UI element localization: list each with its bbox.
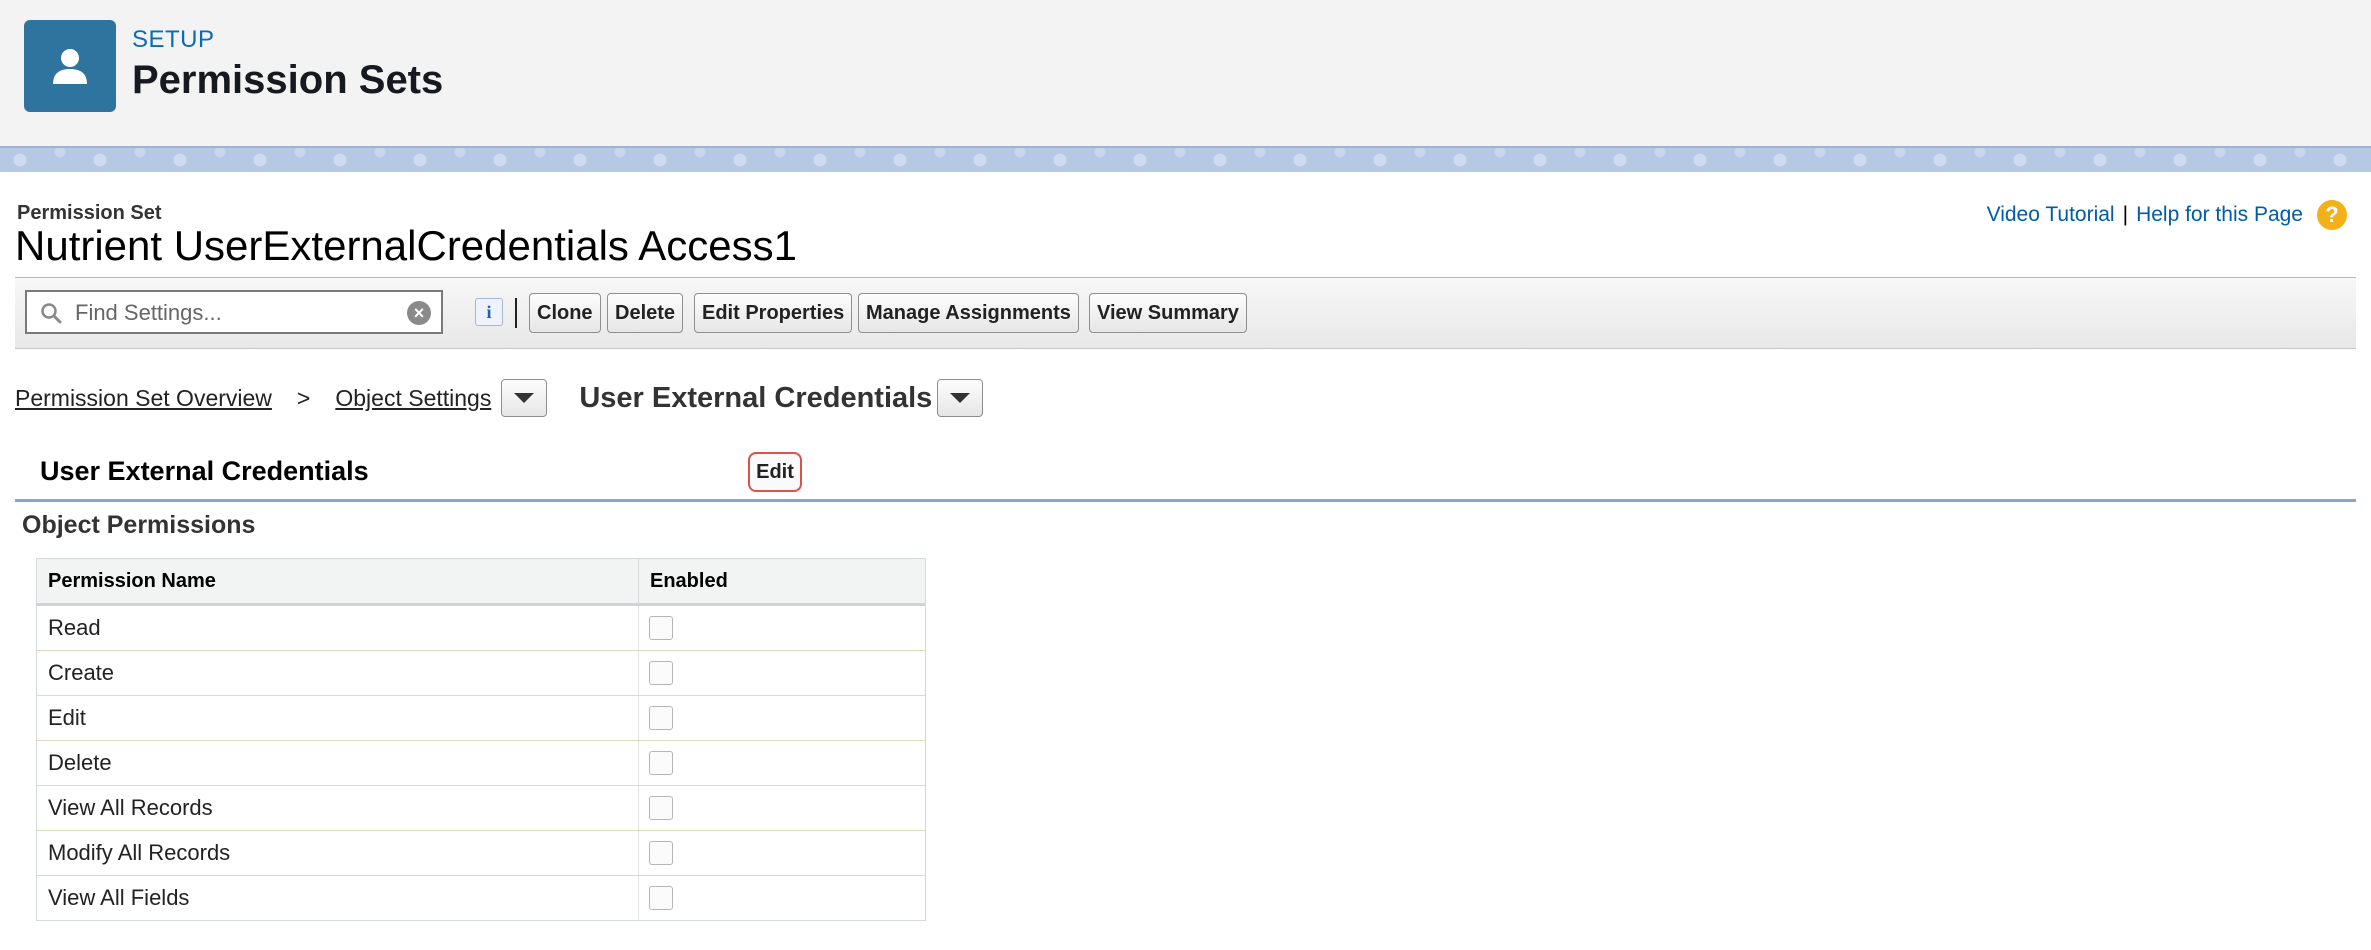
toolbar: × i Clone Delete Edit Properties Manage … (15, 278, 2356, 349)
setup-eyebrow: SETUP (132, 26, 215, 53)
search-input[interactable] (73, 297, 397, 329)
toolbar-divider (515, 298, 517, 328)
help-icon[interactable]: ? (2317, 200, 2347, 230)
manage-assignments-button[interactable]: Manage Assignments (858, 293, 1079, 333)
permission-name: Modify All Records (37, 831, 639, 875)
permission-sets-tile (24, 20, 116, 112)
section-title: User External Credentials (40, 456, 369, 486)
permission-name: Delete (37, 741, 639, 785)
table-row: Edit (37, 696, 925, 741)
breadcrumb-separator: > (296, 384, 311, 411)
enabled-cell (639, 786, 923, 830)
info-icon[interactable]: i (475, 298, 503, 326)
permission-name: View All Records (37, 786, 639, 830)
enabled-cell (639, 741, 923, 785)
breadcrumb-current: User External Credentials (579, 381, 933, 414)
table-row: Create (37, 651, 925, 696)
table-row: Modify All Records (37, 831, 925, 876)
permission-name: Edit (37, 696, 639, 740)
enabled-checkbox[interactable] (649, 886, 673, 910)
help-links-separator: | (2122, 203, 2129, 226)
enabled-checkbox[interactable] (649, 661, 673, 685)
header-pattern-band (0, 146, 2371, 172)
current-object-dropdown[interactable] (937, 379, 984, 417)
column-header-permission-name: Permission Name (37, 559, 639, 603)
breadcrumb: Permission Set Overview > Object Setting… (15, 378, 984, 418)
chevron-down-icon (514, 393, 535, 403)
enabled-cell (639, 606, 923, 650)
enabled-cell (639, 651, 923, 695)
clear-search-icon[interactable]: × (407, 301, 431, 325)
enabled-cell (639, 831, 923, 875)
enabled-checkbox[interactable] (649, 616, 673, 640)
enabled-checkbox[interactable] (649, 796, 673, 820)
table-row: Delete (37, 741, 925, 786)
table-row: Read (37, 606, 925, 651)
delete-button[interactable]: Delete (607, 293, 684, 333)
permission-name: Read (37, 606, 639, 650)
enabled-checkbox[interactable] (649, 706, 673, 730)
object-settings-dropdown[interactable] (501, 379, 548, 417)
enabled-cell (639, 876, 923, 920)
column-header-enabled: Enabled (650, 569, 728, 592)
permission-name: View All Fields (37, 876, 639, 920)
table-row: View All Fields (37, 876, 925, 920)
table-row: View All Records (37, 786, 925, 831)
enabled-cell (639, 696, 923, 740)
video-tutorial-link[interactable]: Video Tutorial (1987, 203, 2115, 227)
edit-properties-button[interactable]: Edit Properties (694, 293, 853, 333)
help-for-page-link[interactable]: Help for this Page (2136, 203, 2303, 227)
find-settings-search: × (25, 290, 443, 334)
section-divider (15, 499, 2356, 502)
clone-button[interactable]: Clone (529, 293, 601, 333)
object-permissions-heading: Object Permissions (22, 511, 256, 539)
permission-name: Create (37, 651, 639, 695)
table-header-row: Permission Name Enabled (37, 559, 925, 606)
view-summary-button[interactable]: View Summary (1089, 293, 1247, 333)
object-permissions-table: Permission Name Enabled Read Create Edit… (36, 558, 926, 921)
edit-button[interactable]: Edit (748, 452, 802, 492)
record-name: Nutrient UserExternalCredentials Access1 (15, 222, 798, 269)
help-links: Video Tutorial | Help for this Page ? (1987, 200, 2347, 230)
enabled-checkbox[interactable] (649, 841, 673, 865)
page-title: Permission Sets (132, 58, 444, 102)
user-icon (53, 49, 87, 84)
chevron-down-icon (950, 393, 971, 403)
search-icon (41, 303, 62, 324)
breadcrumb-object-settings[interactable]: Object Settings (335, 385, 491, 412)
breadcrumb-permission-set-overview[interactable]: Permission Set Overview (15, 385, 272, 412)
enabled-checkbox[interactable] (649, 751, 673, 775)
setup-header: SETUP Permission Sets (0, 0, 2371, 146)
